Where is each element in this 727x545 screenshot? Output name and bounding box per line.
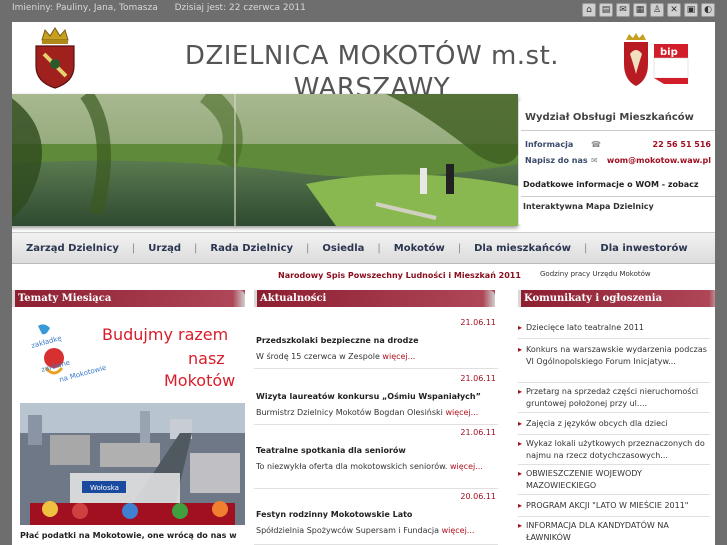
park-scene: [12, 94, 518, 226]
wom-mail-label[interactable]: Napisz do nas: [525, 156, 588, 165]
bip-label: bip: [660, 47, 678, 58]
divider: [518, 464, 710, 465]
read-more-link[interactable]: więcej...: [442, 526, 475, 535]
sitemap-icon[interactable]: ▣: [684, 3, 698, 17]
mail-icon[interactable]: ✉: [616, 3, 630, 17]
header-komunikaty: Komunikaty i ogłoszenia: [518, 290, 715, 307]
news-excerpt: W środę 15 czerwca w Zespole więcej...: [256, 350, 492, 363]
nav-item-mieszkancy[interactable]: Dla mieszkańców: [474, 243, 571, 254]
announcement-item[interactable]: OBWIESZCZENIE WOJEWODY MAZOWIECKIEGO: [518, 468, 710, 492]
phone-icon: ☎: [591, 140, 601, 149]
divider: [254, 368, 498, 369]
announcement-item[interactable]: Dziecięce lato teatralne 2011: [518, 322, 710, 334]
home-icon[interactable]: ⌂: [582, 3, 596, 17]
nav-item-mokotow[interactable]: Mokotów: [394, 243, 445, 254]
nav-item-rada[interactable]: Rada Dzielnicy: [210, 243, 293, 254]
top-info: Imieniny: Pauliny, Jana, Tomasza Dzisiaj…: [12, 3, 320, 13]
city-aerial-image: Wołoska: [20, 403, 245, 525]
nav-item-osiedla[interactable]: Osiedla: [322, 243, 364, 254]
news-date: 21.06.11: [460, 374, 496, 383]
envelope-icon: ✉: [591, 156, 598, 165]
nav-item-urzad[interactable]: Urząd: [148, 243, 181, 254]
nav-item-zarzad[interactable]: Zarząd Dzielnicy: [26, 243, 119, 254]
wom-mail-value[interactable]: wom@mokotow.waw.pl: [607, 156, 711, 165]
announcement-item[interactable]: INFORMACJA DLA KANDYDATÓW NA ŁAWNIKÓW: [518, 520, 710, 544]
top-icon-bar: ⌂ ▤ ✉ ▦ ♙ ✕ ▣ ◐: [582, 3, 715, 17]
bip-logo-icon[interactable]: bip: [620, 32, 696, 90]
campaign-banner[interactable]: zakładkę zarówne na Mokotowie Budujmy ra…: [20, 320, 246, 402]
news-date: 21.06.11: [460, 428, 496, 437]
news-excerpt: To niezwykła oferta dla mokotowskich sen…: [256, 460, 492, 473]
top-strip: Imieniny: Pauliny, Jana, Tomasza Dzisiaj…: [0, 0, 727, 22]
news-text: To niezwykła oferta dla mokotowskich sen…: [256, 462, 448, 471]
office-hours-link[interactable]: Godziny pracy Urzędu Mokotów: [540, 270, 651, 278]
nav-item-inwestorzy[interactable]: Dla inwestorów: [600, 243, 687, 254]
person-icon[interactable]: ♙: [650, 3, 664, 17]
street-sign-label: Wołoska: [90, 484, 119, 492]
nav-separator: |: [194, 242, 198, 254]
divider: [518, 382, 710, 383]
divider: [518, 434, 710, 435]
divider: [518, 412, 710, 413]
divider: [518, 338, 710, 339]
wom-phone-value: 22 56 51 516: [652, 140, 711, 149]
announcement-item[interactable]: PROGRAM AKCJI "LATO W MIEŚCIE 2011": [518, 500, 710, 512]
nav-separator: |: [306, 242, 310, 254]
city-photo[interactable]: Wołoska: [20, 403, 245, 525]
announcement-item[interactable]: Wykaz lokali użytkowych przeznaczonych d…: [518, 438, 710, 462]
divider: [254, 424, 498, 425]
wom-more-link[interactable]: Dodatkowe informacje o WOM - zobacz: [523, 180, 699, 189]
news-text: Spółdzielnia Spożywców Supersam i Fundac…: [256, 526, 440, 535]
print-icon[interactable]: ▦: [633, 3, 647, 17]
news-date: 20.06.11: [460, 492, 496, 501]
news-title[interactable]: Festyn rodzinny Mokotowskie Lato: [256, 510, 412, 519]
interactive-map-link[interactable]: Interaktywna Mapa Dzielnicy: [523, 202, 654, 211]
site-title: DZIELNICA MOKOTÓW m.st. WARSZAWY: [184, 41, 560, 94]
divider: [521, 196, 715, 197]
campaign-headline-3: Mokotów: [164, 371, 235, 390]
divider: [521, 130, 715, 131]
read-more-link[interactable]: więcej...: [445, 408, 478, 417]
divider: [254, 488, 498, 489]
header-tematy-miesiaca: Tematy Miesiąca: [12, 290, 245, 307]
main-nav: Zarząd Dzielnicy | Urząd | Rada Dzielnic…: [12, 232, 715, 264]
mokotow-crest-icon[interactable]: [32, 26, 78, 90]
news-excerpt: Spółdzielnia Spożywców Supersam i Fundac…: [256, 524, 492, 537]
wom-title: Wydział Obsługi Mieszkańców: [525, 112, 694, 123]
nav-separator: |: [377, 242, 381, 254]
divider: [518, 516, 710, 517]
nav-separator: |: [131, 242, 136, 254]
nav-separator: |: [457, 242, 462, 254]
contrast-icon[interactable]: ◐: [701, 3, 715, 17]
announcement-item[interactable]: Konkurs na warszawskie wydarzenia podcza…: [518, 344, 710, 368]
nav-separator: |: [584, 242, 588, 254]
wom-info-box: Wydział Obsługi Mieszkańców Informacja ☎…: [518, 102, 715, 224]
date-text: Dzisiaj jest: 22 czerwca 2011: [174, 3, 306, 13]
announcement-item[interactable]: Zajęcia z języków obcych dla dzieci: [518, 418, 710, 430]
campaign-headline-2: nasz: [188, 349, 225, 368]
news-title[interactable]: Przedszkolaki bezpieczne na drodze: [256, 336, 419, 345]
header-aktualnosci: Aktualności: [254, 290, 495, 307]
nameday-text: Imieniny: Pauliny, Jana, Tomasza: [12, 3, 158, 13]
news-text: Burmistrz Dzielnicy Mokotów Bogdan Olesi…: [256, 408, 443, 417]
tax-campaign-link[interactable]: Płać podatki na Mokotowie, one wrócą do …: [20, 531, 237, 540]
document-icon[interactable]: ▤: [599, 3, 613, 17]
campaign-headline-1: Budujmy razem: [102, 325, 228, 344]
divider: [518, 494, 710, 495]
read-more-link[interactable]: więcej...: [382, 352, 415, 361]
page: DZIELNICA MOKOTÓW m.st. WARSZAWY bip Wyd…: [12, 22, 715, 545]
wom-info-label: Informacja: [525, 140, 574, 149]
announcement-item[interactable]: Przetarg na sprzedaż części nieruchomośc…: [518, 386, 710, 410]
news-date: 21.06.11: [460, 318, 496, 327]
census-notice-link[interactable]: Narodowy Spis Powszechny Ludności i Mies…: [278, 271, 521, 280]
news-excerpt: Burmistrz Dzielnicy Mokotów Bogdan Olesi…: [256, 406, 492, 419]
banner-photo: [12, 94, 518, 226]
news-title[interactable]: Teatralne spotkania dla seniorów: [256, 446, 406, 455]
read-more-link[interactable]: więcej...: [450, 462, 483, 471]
tools-icon[interactable]: ✕: [667, 3, 681, 17]
news-text: W środę 15 czerwca w Zespole: [256, 352, 380, 361]
news-title[interactable]: Wizyta laureatów konkursu „Ośmiu Wspania…: [256, 392, 481, 401]
